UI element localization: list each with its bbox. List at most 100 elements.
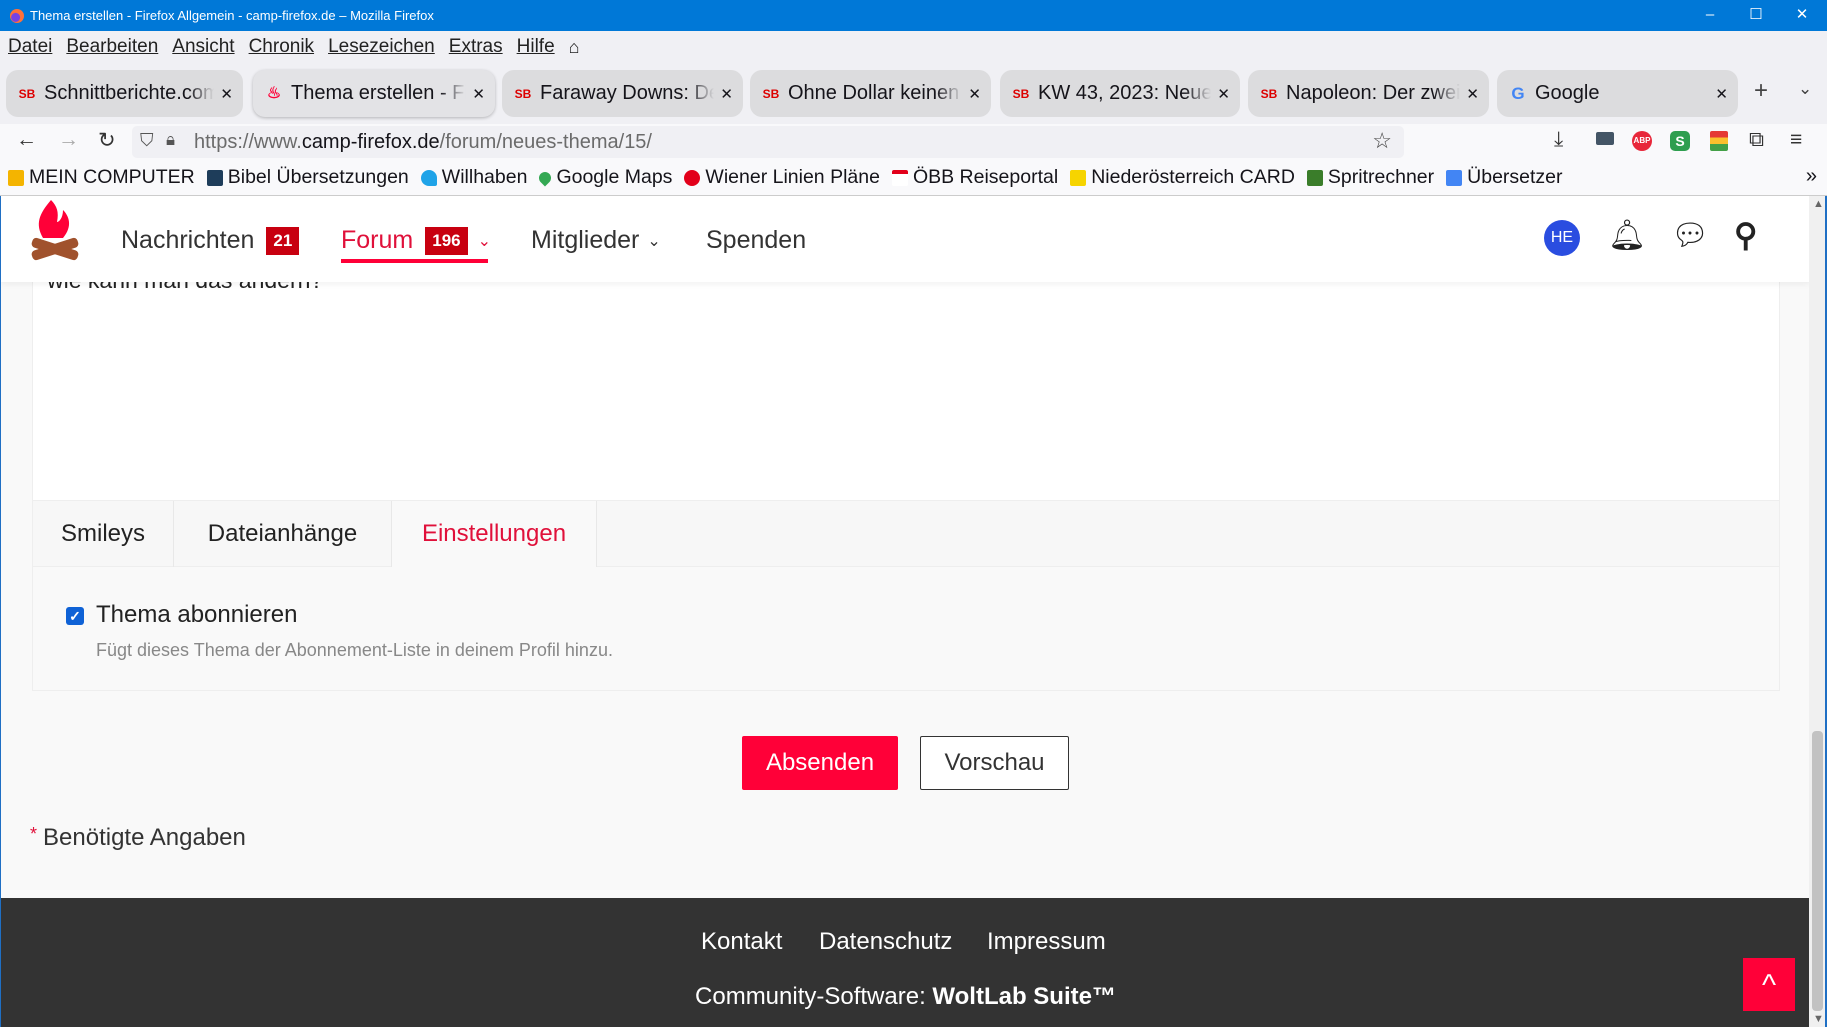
- bookmark-uebersetzer[interactable]: Übersetzer: [1446, 166, 1563, 189]
- close-tab-icon[interactable]: ✕: [1466, 85, 1479, 103]
- lock-icon[interactable]: 🔒︎: [166, 130, 175, 150]
- close-tab-icon[interactable]: ✕: [968, 85, 981, 103]
- required-note: * Benötigte Angaben: [30, 824, 246, 851]
- woltlab-link[interactable]: WoltLab Suite™: [932, 983, 1116, 1010]
- s-extension-icon[interactable]: S: [1670, 131, 1690, 151]
- willhaben-icon: [420, 169, 437, 186]
- footer-link-datenschutz[interactable]: Datenschutz: [819, 928, 952, 956]
- close-tab-icon[interactable]: ✕: [472, 85, 485, 103]
- page-scrollbar[interactable]: ▲ ▼: [1809, 196, 1827, 1027]
- submit-button[interactable]: Absenden: [742, 736, 898, 790]
- notifications-bell-icon[interactable]: 🔔︎: [1608, 218, 1646, 253]
- spritrechner-icon: [1306, 169, 1323, 186]
- scroll-down-icon[interactable]: ▼: [1813, 1013, 1824, 1025]
- chevron-down-icon: ⌄: [477, 232, 492, 250]
- wiener-linien-icon: [684, 169, 701, 186]
- chevron-down-icon: ⌄: [647, 232, 661, 250]
- oebb-icon: [891, 169, 908, 186]
- menu-ansicht[interactable]: Ansicht: [172, 36, 234, 58]
- footer-copyright: Community-Software: WoltLab Suite™: [695, 983, 1116, 1010]
- nav-nachrichten[interactable]: Nachrichten 21: [121, 226, 300, 255]
- subscribe-description: Fügt dieses Thema der Abonnement-Liste i…: [96, 640, 613, 660]
- footer-link-kontakt[interactable]: Kontakt: [701, 928, 782, 956]
- browser-tab[interactable]: SB Schnittberichte.com ✕: [6, 70, 243, 117]
- scroll-up-icon[interactable]: ▲: [1813, 198, 1824, 210]
- browser-tab-active[interactable]: ♨Thema erstellen - Firefox Allgemein✕: [253, 70, 495, 117]
- menu-datei[interactable]: Datei: [8, 36, 52, 58]
- url-bar[interactable]: ⛉ 🔒︎ https://www. camp-firefox.de/forum/n…: [132, 126, 1404, 158]
- window-titlebar: Thema erstellen - Firefox Allgemein - ca…: [0, 0, 1827, 31]
- nav-spenden[interactable]: Spenden: [706, 226, 806, 255]
- subscribe-label[interactable]: Thema abonnieren: [96, 601, 297, 629]
- nav-forum[interactable]: Forum 196 ⌄: [341, 226, 491, 255]
- reload-icon[interactable]: ↻: [98, 128, 116, 153]
- minimize-button[interactable]: –: [1687, 0, 1733, 31]
- forward-icon[interactable]: →: [58, 128, 79, 152]
- browser-tab[interactable]: SB Ohne Dollar keinen ✕: [750, 70, 991, 117]
- folder-icon: [8, 169, 24, 186]
- browser-tab[interactable]: SB Napoleon: Der zweite ✕: [1248, 70, 1489, 117]
- new-tab-icon[interactable]: +: [1754, 77, 1768, 105]
- close-tab-icon[interactable]: ✕: [220, 85, 233, 103]
- active-nav-underline: [341, 259, 488, 263]
- back-to-top-button[interactable]: ^: [1743, 958, 1795, 1011]
- web-page: wie kann man das ändern? Nachrichten21 F…: [0, 196, 1809, 1027]
- footer-link-impressum[interactable]: Impressum: [987, 928, 1106, 956]
- tab-smileys[interactable]: Smileys: [33, 501, 174, 567]
- adblock-icon[interactable]: ABP: [1632, 131, 1652, 151]
- bookmark-willhaben[interactable]: Willhaben: [420, 166, 527, 189]
- preview-button[interactable]: Vorschau: [920, 736, 1069, 790]
- browser-tab[interactable]: G Google ✕: [1497, 70, 1738, 117]
- chevron-up-icon: ^: [1761, 969, 1777, 1002]
- browser-tab[interactable]: SB Faraway Downs: Der ✕: [502, 70, 743, 117]
- menu-extras[interactable]: Extras: [449, 36, 503, 58]
- close-tab-icon[interactable]: ✕: [1715, 85, 1728, 103]
- menu-lesezeichen[interactable]: Lesezeichen: [328, 36, 435, 58]
- bookmark-mein-computer[interactable]: MEIN COMPUTER: [8, 166, 195, 189]
- close-window-button[interactable]: ✕: [1779, 0, 1825, 31]
- color-extension-icon[interactable]: [1710, 131, 1728, 151]
- home-icon[interactable]: ⌂: [569, 37, 580, 58]
- bookmarks-overflow-icon[interactable]: »: [1806, 165, 1817, 188]
- back-icon[interactable]: ←: [16, 128, 37, 152]
- screenshot-extension-icon[interactable]: [1596, 132, 1614, 145]
- bookmark-spritrechner[interactable]: Spritrechner: [1306, 166, 1434, 189]
- bookmark-star-icon[interactable]: ☆: [1372, 128, 1392, 154]
- nachrichten-badge: 21: [266, 226, 300, 255]
- search-icon[interactable]: ⚲: [1734, 216, 1757, 254]
- subscribe-checkbox[interactable]: ✓: [66, 607, 84, 625]
- shield-icon[interactable]: ⛉: [140, 130, 154, 151]
- sb-favicon-icon: SB: [762, 86, 780, 101]
- extensions-icon[interactable]: ⧉: [1749, 128, 1764, 152]
- list-tabs-chevron-icon[interactable]: ⌄: [1798, 79, 1812, 99]
- tab-einstellungen[interactable]: Einstellungen: [392, 501, 597, 567]
- bookmark-wiener-linien[interactable]: Wiener Linien Pläne: [684, 166, 880, 189]
- maps-pin-icon: [536, 169, 554, 186]
- bookmark-google-maps[interactable]: Google Maps: [536, 166, 672, 189]
- bookmark-noe-card[interactable]: Niederösterreich CARD: [1070, 166, 1295, 189]
- editor-tabs: Smileys Dateianhänge Einstellungen: [32, 501, 1780, 567]
- hamburger-menu-icon[interactable]: ≡: [1790, 128, 1802, 152]
- site-header: Nachrichten 21 Forum 196 ⌄ Mitglieder ⌄ Spen…: [1, 196, 1809, 282]
- menu-chronik[interactable]: Chronik: [249, 36, 314, 58]
- sb-favicon-icon: SB: [18, 86, 36, 101]
- bookmarks-toolbar: MEIN COMPUTER Bibel Übersetzungen Willha…: [0, 160, 1827, 196]
- menu-hilfe[interactable]: Hilfe: [517, 36, 555, 58]
- conversations-icon[interactable]: 💬︎: [1671, 218, 1709, 253]
- erf-icon: [206, 169, 223, 186]
- window-title: Thema erstellen - Firefox Allgemein - ca…: [30, 8, 434, 23]
- scrollbar-thumb[interactable]: [1812, 731, 1823, 1011]
- close-tab-icon[interactable]: ✕: [720, 85, 733, 103]
- close-tab-icon[interactable]: ✕: [1217, 85, 1230, 103]
- download-icon[interactable]: ⤓: [1554, 128, 1563, 152]
- navigation-toolbar: ← → ↻ ⛉ 🔒︎ https://www. camp-firefox.de/f…: [0, 124, 1827, 160]
- bookmark-bibel[interactable]: Bibel Übersetzungen: [206, 166, 409, 189]
- bookmark-oebb[interactable]: ÖBB Reiseportal: [891, 166, 1058, 189]
- browser-tab[interactable]: SBKW 43, 2023: Neue DVDs✕: [1000, 70, 1240, 117]
- menu-bearbeiten[interactable]: Bearbeiten: [66, 36, 158, 58]
- nav-mitglieder[interactable]: Mitglieder ⌄: [531, 226, 661, 255]
- user-avatar[interactable]: HE: [1544, 220, 1580, 256]
- maximize-button[interactable]: ☐: [1733, 0, 1779, 31]
- tab-dateianhaenge[interactable]: Dateianhänge: [174, 501, 392, 567]
- asterisk-icon: *: [30, 824, 38, 844]
